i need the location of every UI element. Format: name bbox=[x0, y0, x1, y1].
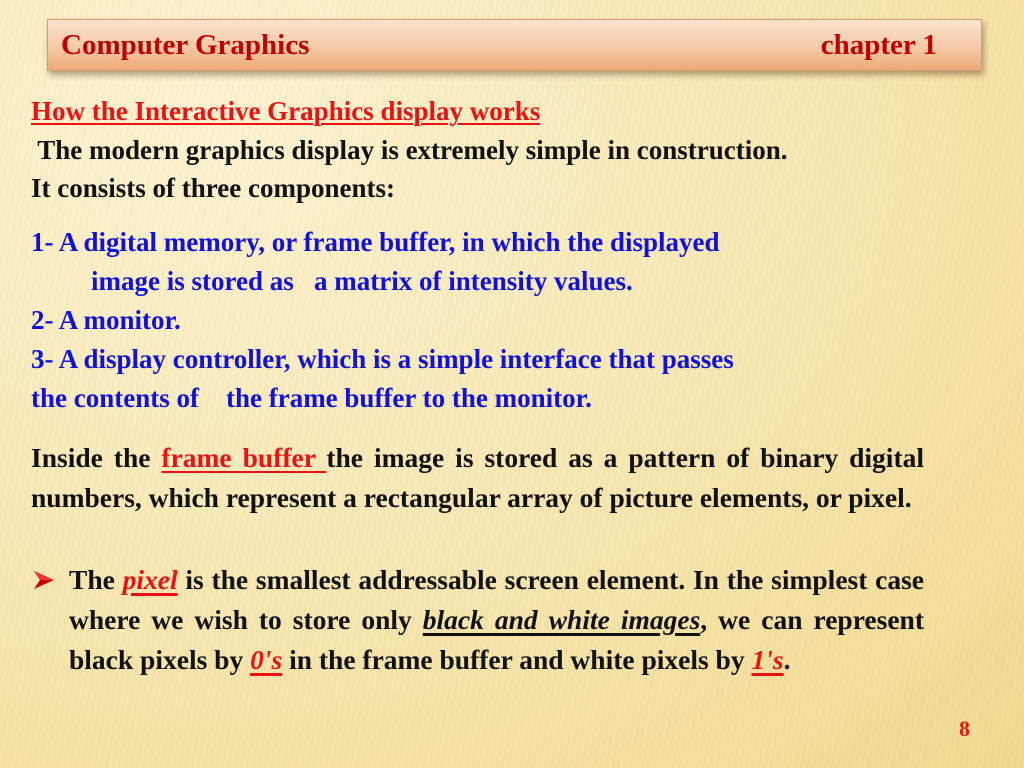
zeros-term: 0's bbox=[250, 644, 283, 675]
arrowhead-bullet-icon bbox=[34, 571, 54, 589]
black-and-white-term: black and white images bbox=[422, 604, 701, 635]
component-3-line-1: 3- A display controller, which is a simp… bbox=[31, 344, 734, 374]
slide: Computer Graphics chapter 1 How the Inte… bbox=[0, 0, 1024, 768]
component-1-line-2: image is stored as a matrix of intensity… bbox=[91, 266, 633, 296]
component-1-line-1: 1- A digital memory, or frame buffer, in… bbox=[31, 227, 720, 257]
course-title: Computer Graphics bbox=[61, 29, 310, 61]
frame-buffer-paragraph: Inside the frame buffer the image is sto… bbox=[31, 438, 924, 518]
pixel-term: pixel bbox=[122, 564, 178, 595]
frame-buffer-term: frame buffer bbox=[161, 442, 327, 473]
bullet-part-1: The bbox=[69, 564, 123, 595]
component-3-line-2: the contents of the frame buffer to the … bbox=[31, 383, 592, 413]
ones-term: 1's bbox=[751, 644, 784, 675]
pixel-bullet: The pixel is the smallest addressable sc… bbox=[31, 560, 924, 680]
bullet-part-5: . bbox=[783, 644, 791, 675]
header-bar: Computer Graphics chapter 1 bbox=[47, 19, 982, 71]
para-prefix: Inside the bbox=[31, 442, 162, 473]
bullet-part-4: in the frame buffer and white pixels by bbox=[282, 644, 752, 675]
section-heading: How the Interactive Graphics display wor… bbox=[31, 96, 541, 126]
component-2: 2- A monitor. bbox=[31, 305, 181, 335]
chapter-label: chapter 1 bbox=[820, 29, 937, 61]
intro-line-1: The modern graphics display is extremely… bbox=[31, 135, 788, 165]
intro-line-2: It consists of three components: bbox=[31, 173, 395, 203]
page-number: 8 bbox=[959, 716, 970, 741]
bullet-text: The pixel is the smallest addressable sc… bbox=[69, 560, 924, 680]
